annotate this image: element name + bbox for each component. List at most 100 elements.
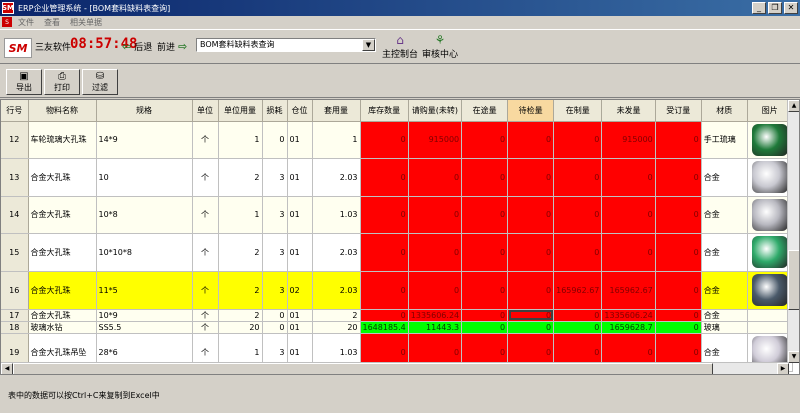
location-cell[interactable]: 01 — [287, 121, 313, 159]
req-cell[interactable]: 0 — [408, 158, 463, 197]
unit-cell[interactable]: 个 — [192, 309, 219, 322]
set-qty-cell[interactable]: 2.03 — [312, 271, 361, 310]
table-row[interactable]: 14 合金大孔珠 10*8 个 1 3 01 1.03 0 0 0 0 0 0 0 合金 — [1, 196, 793, 234]
row-number-cell[interactable]: 14 — [1, 196, 29, 234]
wip-cell[interactable]: 0 — [553, 321, 603, 334]
unit-qty-cell[interactable]: 2 — [218, 271, 263, 310]
spec-cell[interactable]: 10*10*8 — [96, 233, 193, 272]
location-cell[interactable]: 01 — [287, 158, 313, 197]
location-cell[interactable]: 01 — [287, 233, 313, 272]
table-row[interactable]: 13 合金大孔珠 10 个 2 3 01 2.03 0 0 0 0 0 0 0 合金 — [1, 158, 793, 197]
location-cell[interactable]: 01 — [287, 321, 313, 334]
close-button[interactable]: ✕ — [784, 2, 798, 14]
col-header[interactable]: 规格 — [96, 100, 193, 122]
scroll-up-icon[interactable]: ▲ — [788, 100, 799, 112]
check-cell[interactable]: 0 — [507, 321, 555, 334]
location-cell[interactable]: 01 — [287, 309, 313, 322]
unsent-cell[interactable]: 915000 — [601, 121, 656, 159]
order-cell[interactable]: 0 — [655, 158, 702, 197]
col-header[interactable]: 仓位 — [287, 100, 313, 122]
location-cell[interactable]: 01 — [287, 196, 313, 234]
picture-cell[interactable] — [747, 196, 793, 234]
col-header-selected[interactable]: 待检量 — [507, 100, 555, 122]
set-qty-cell[interactable]: 1 — [312, 121, 361, 159]
wip-cell[interactable]: 165962.67 — [553, 271, 603, 310]
material-cell[interactable]: 合金 — [701, 158, 748, 197]
set-qty-cell[interactable]: 2 — [312, 309, 361, 322]
unsent-cell[interactable]: 1659628.7 — [601, 321, 656, 334]
loss-cell[interactable]: 3 — [262, 196, 288, 234]
picture-cell[interactable] — [747, 233, 793, 272]
unsent-cell[interactable]: 0 — [601, 158, 656, 197]
req-cell[interactable]: 0 — [408, 233, 463, 272]
loss-cell[interactable]: 3 — [262, 158, 288, 197]
col-header[interactable]: 套用量 — [312, 100, 361, 122]
unit-qty-cell[interactable]: 1 — [218, 196, 263, 234]
req-cell[interactable]: 0 — [408, 196, 463, 234]
row-number-cell[interactable]: 17 — [1, 309, 29, 322]
spec-cell[interactable]: 14*9 — [96, 121, 193, 159]
check-cell[interactable]: 0 — [507, 309, 555, 322]
row-number-cell[interactable]: 12 — [1, 121, 29, 159]
row-number-cell[interactable]: 15 — [1, 233, 29, 272]
stock-cell[interactable]: 0 — [360, 121, 409, 159]
transit-cell[interactable]: 0 — [461, 271, 509, 310]
order-cell[interactable]: 0 — [655, 271, 702, 310]
table-row[interactable]: 15 合金大孔珠 10*10*8 个 2 3 01 2.03 0 0 0 0 0 0 0 合金 — [1, 233, 793, 272]
transit-cell[interactable]: 0 — [461, 158, 509, 197]
menu-related[interactable]: 相关单据 — [70, 17, 102, 28]
transit-cell[interactable]: 0 — [461, 121, 509, 159]
col-header[interactable]: 库存数量 — [360, 100, 409, 122]
stock-cell[interactable]: 0 — [360, 158, 409, 197]
material-cell[interactable]: 手工琉璃 — [701, 121, 748, 159]
picture-cell[interactable] — [747, 321, 793, 334]
col-header[interactable]: 材质 — [701, 100, 748, 122]
unsent-cell[interactable]: 1335606.24 — [601, 309, 656, 322]
wip-cell[interactable]: 0 — [553, 196, 603, 234]
chevron-down-icon[interactable]: ▼ — [362, 39, 375, 51]
transit-cell[interactable]: 0 — [461, 233, 509, 272]
unit-qty-cell[interactable]: 2 — [218, 233, 263, 272]
order-cell[interactable]: 0 — [655, 321, 702, 334]
horizontal-scrollbar[interactable]: ◀ ▶ — [1, 362, 789, 374]
picture-cell[interactable] — [747, 271, 793, 310]
unit-cell[interactable]: 个 — [192, 196, 219, 234]
stock-cell[interactable]: 0 — [360, 271, 409, 310]
col-header[interactable]: 单位用量 — [218, 100, 263, 122]
unit-qty-cell[interactable]: 1 — [218, 121, 263, 159]
req-cell[interactable]: 1335606.24 — [408, 309, 463, 322]
bom-shortage-grid[interactable]: 行号 物料名称 规格 单位 单位用量 损耗 仓位 套用量 库存数量 请购量(未转… — [0, 99, 800, 375]
unsent-cell[interactable]: 165962.67 — [601, 271, 656, 310]
restore-button[interactable]: ❐ — [768, 2, 782, 14]
scroll-thumb[interactable] — [788, 250, 799, 310]
set-qty-cell[interactable]: 1.03 — [312, 196, 361, 234]
set-qty-cell[interactable]: 20 — [312, 321, 361, 334]
loss-cell[interactable]: 0 — [262, 121, 288, 159]
material-name-cell[interactable]: 合金大孔珠 — [28, 196, 97, 234]
loss-cell[interactable]: 0 — [262, 321, 288, 334]
print-button[interactable]: ⎙ 打印 — [44, 69, 80, 95]
row-number-cell[interactable]: 16 — [1, 271, 29, 310]
unit-cell[interactable]: 个 — [192, 121, 219, 159]
check-cell[interactable]: 0 — [507, 121, 555, 159]
loss-cell[interactable]: 3 — [262, 271, 288, 310]
material-name-cell[interactable]: 合金大孔珠 — [28, 158, 97, 197]
unit-cell[interactable]: 个 — [192, 271, 219, 310]
wip-cell[interactable]: 0 — [553, 309, 603, 322]
req-cell[interactable]: 0 — [408, 271, 463, 310]
loss-cell[interactable]: 0 — [262, 309, 288, 322]
unit-cell[interactable]: 个 — [192, 321, 219, 334]
material-name-cell[interactable]: 合金大孔珠 — [28, 309, 97, 322]
col-header[interactable]: 图片 — [747, 100, 793, 122]
table-row[interactable]: 16 合金大孔珠 11*5 个 2 3 02 2.03 0 0 0 0 165962.67 165962.… — [1, 271, 793, 310]
check-cell[interactable]: 0 — [507, 271, 555, 310]
filter-button[interactable]: ⛁ 过滤 — [82, 69, 118, 95]
order-cell[interactable]: 0 — [655, 233, 702, 272]
col-header[interactable]: 未发量 — [601, 100, 656, 122]
loss-cell[interactable]: 3 — [262, 233, 288, 272]
table-row[interactable]: 18 玻璃水钻 SS5.5 个 20 0 01 20 1648185.4 11443.3 0 0 0 16… — [1, 321, 793, 334]
scroll-left-icon[interactable]: ◀ — [1, 363, 13, 374]
material-name-cell[interactable]: 合金大孔珠 — [28, 233, 97, 272]
scroll-down-icon[interactable]: ▼ — [788, 351, 799, 363]
wip-cell[interactable]: 0 — [553, 158, 603, 197]
